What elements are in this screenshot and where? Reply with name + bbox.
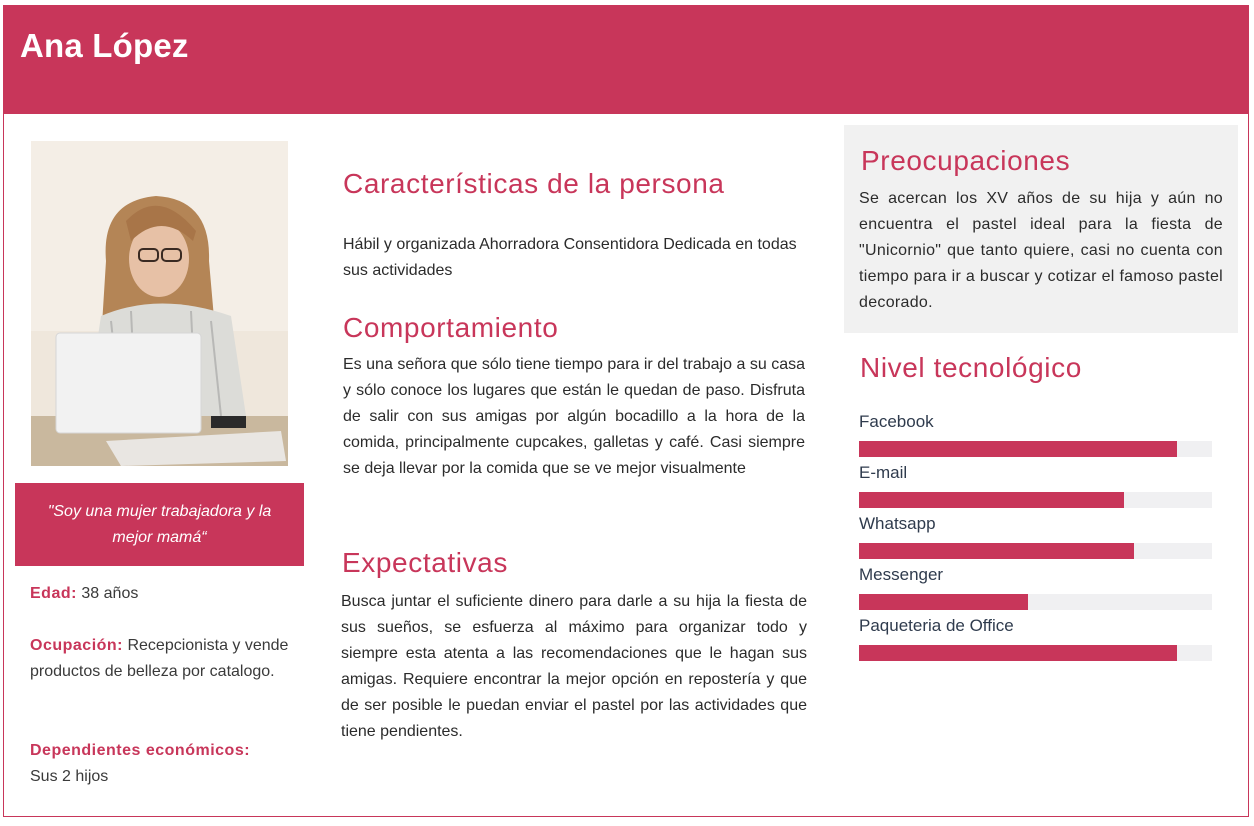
persona-name: Ana López [20, 27, 189, 64]
dependents-info: Dependientes económicos: Sus 2 hijos [30, 738, 260, 790]
dependents-value: Sus 2 hijos [30, 768, 109, 785]
persona-photo [31, 141, 288, 466]
persona-quote: "Soy una mujer trabajadora y la mejor ma… [47, 502, 272, 546]
tech-bar-fill-office [859, 645, 1177, 661]
characteristics-title: Características de la persona [343, 168, 725, 199]
header-bar: Ana López [3, 5, 1249, 114]
persona-quote-box: "Soy una mujer trabajadora y la mejor ma… [15, 483, 304, 566]
tech-label-whatsapp: Whatsapp [859, 514, 936, 533]
age-info: Edad: 38 años [30, 581, 300, 607]
persona-photo-illustration [31, 141, 288, 466]
tech-bar-fill-whatsapp [859, 543, 1135, 559]
expectations-title: Expectativas [342, 547, 508, 578]
tech-label-messenger: Messenger [859, 565, 944, 584]
age-value: 38 años [81, 585, 139, 602]
job-info: Ocupación: Recepcionista y vende product… [30, 633, 300, 685]
characteristics-text: Hábil y organizada Ahorradora Consentido… [343, 236, 797, 279]
tech-bar-fill-facebook [859, 441, 1177, 457]
tech-bar-track-whatsapp [859, 543, 1212, 559]
tech-label-facebook: Facebook [859, 412, 934, 431]
concerns-text: Se acercan los XV años de su hija y aún … [859, 190, 1223, 311]
behavior-title: Comportamiento [343, 312, 559, 343]
tech-bar-track-email [859, 492, 1212, 508]
tech-bar-track-messenger [859, 594, 1212, 610]
dependents-label: Dependientes económicos: [30, 742, 251, 759]
tech-label-office: Paqueteria de Office [859, 616, 1014, 635]
age-label: Edad: [30, 585, 77, 602]
tech-bar-fill-email [859, 492, 1124, 508]
tech-bar-track-office [859, 645, 1212, 661]
tech-bar-track-facebook [859, 441, 1212, 457]
expectations-text: Busca juntar el suficiente dinero para d… [341, 593, 807, 740]
tech-label-email: E-mail [859, 463, 908, 482]
behavior-text: Es una señora que sólo tiene tiempo para… [343, 356, 805, 477]
concerns-title: Preocupaciones [861, 145, 1071, 176]
job-label: Ocupación: [30, 637, 124, 654]
tech-bar-fill-messenger [859, 594, 1029, 610]
tech-title: Nivel tecnológico [860, 352, 1082, 383]
